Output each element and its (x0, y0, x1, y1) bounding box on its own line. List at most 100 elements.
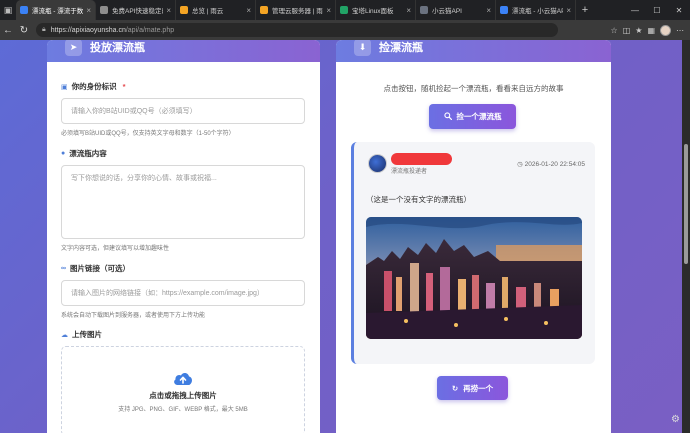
tab-favicon (420, 6, 428, 14)
tab-title: 总览 | 雨云 (192, 8, 224, 15)
card-header: ⬇ 捡漂流瓶 (336, 40, 611, 62)
again-label: 再捞一个 (463, 383, 494, 393)
url-host: https://apixiaoyunsha.cn (50, 26, 126, 34)
sidebar-settings-icon[interactable]: ⚙ (671, 414, 680, 425)
upload-title: 点击或拖拽上传图片 (149, 391, 217, 400)
id-card-icon: ▣ (61, 83, 68, 91)
back-icon[interactable]: ← (0, 25, 16, 36)
upload-label: ☁ 上传图片 (61, 329, 305, 340)
download-icon: ⬇ (354, 40, 371, 56)
bottle-time-text: 2026-01-20 22:54:05 (524, 161, 585, 168)
identity-hint: 必须填写B站UID或QQ号，仅支持英文字母和数字（1-50个字符） (61, 131, 235, 137)
sender-avatar (368, 154, 387, 173)
address-bar[interactable]: 🔒︎ https://apixiaoyunsha.cn/api/a/mate.p… (36, 23, 558, 37)
browser-tab-3[interactable]: 管理云服务器 | 雨云 × (256, 0, 336, 20)
tab-title: 管理云服务器 | 雨云 (272, 8, 323, 15)
bottle-timestamp: ◷ 2026-01-20 22:54:05 (517, 160, 585, 168)
browser-toolbar: ← ↻ 🔒︎ https://apixiaoyunsha.cn/api/a/ma… (0, 20, 690, 40)
image-link-label-text: 图片链接（可选） (70, 264, 130, 273)
browser-tab-0[interactable]: 漂流瓶 - 漂流于数字 × (16, 0, 96, 20)
identity-placeholder: 请输入你的B站UID或QQ号（必须填写） (71, 108, 197, 115)
image-link-label: ∞ 图片链接（可选） (61, 263, 305, 274)
page-scrollbar[interactable] (682, 40, 690, 433)
upload-label-text: 上传图片 (72, 330, 102, 339)
lock-icon: 🔒︎ (42, 26, 46, 33)
upload-field: ☁ 上传图片 点击或拖拽上传图片 支持 JPG、PNG、GIF、WEBP 格式，… (61, 329, 305, 433)
close-tab-icon[interactable]: × (326, 6, 331, 15)
content-label-text: 漂流瓶内容 (69, 149, 107, 158)
tab-strip: ▣ 漂流瓶 - 漂流于数字 × 免费API快速稳定的 × 总览 | 雨云 × 管… (0, 0, 690, 20)
close-tab-icon[interactable]: × (86, 6, 91, 15)
maximize-icon[interactable]: ☐ (646, 0, 668, 20)
bottle-card: 漂流瓶投递者 ◷ 2026-01-20 22:54:05 （这是一个没有文字的漂… (351, 142, 595, 364)
collections-icon[interactable]: ▦ (647, 26, 655, 35)
more-menu-icon[interactable]: ⋯ (676, 26, 684, 35)
image-link-field: ∞ 图片链接（可选） 请输入图片的网络链接（如：https://example.… (61, 263, 305, 319)
again-button[interactable]: ↻ 再捞一个 (437, 376, 508, 400)
scrollbar-thumb[interactable] (684, 144, 688, 264)
browser-tab-5[interactable]: 小云猫API × (416, 0, 496, 20)
pick-bottle-card: ⬇ 捡漂流瓶 点击按钮，随机捡起一个漂流瓶，看看来自远方的故事 捡一个漂流瓶 漂… (336, 40, 611, 433)
toolbar-actions: ☆ ◫ ★ ▦ ⋯ (611, 24, 690, 36)
window-menu-icon[interactable]: ▣ (0, 0, 16, 20)
browser-tab-4[interactable]: 宝塔Linux面板 × (336, 0, 416, 20)
sender-role: 漂流瓶投递者 (391, 169, 428, 175)
close-tab-icon[interactable]: × (486, 6, 491, 15)
image-link-placeholder: 请输入图片的网络链接（如：https://example.com/image.j… (71, 290, 264, 297)
throw-bottle-card: ➤ 投放漂流瓶 ▣ 你的身份标识 * 请输入你的B站UID或QQ号（必须填写） … (47, 40, 320, 433)
minimize-icon[interactable]: — (624, 0, 646, 20)
card-header: ➤ 投放漂流瓶 (47, 40, 320, 62)
browser-tab-2[interactable]: 总览 | 雨云 × (176, 0, 256, 20)
cloud-icon: ☁ (61, 331, 68, 339)
card-title: 捡漂流瓶 (379, 42, 423, 54)
close-tab-icon[interactable]: × (246, 6, 251, 15)
image-link-hint: 系统会自动下载图片到服务器，或者使用下方上传功能 (61, 313, 206, 319)
url-path: /api/a/mate.php (125, 26, 175, 34)
upload-dropzone[interactable]: 点击或拖拽上传图片 支持 JPG、PNG、GIF、WEBP 格式，最大 5MB (61, 346, 305, 433)
close-tab-icon[interactable]: × (566, 6, 571, 15)
tab-favicon (260, 6, 268, 14)
close-window-icon[interactable]: ✕ (668, 0, 690, 20)
profile-avatar[interactable] (660, 24, 671, 36)
split-screen-icon[interactable]: ◫ (623, 26, 631, 35)
bottle-content: （这是一个没有文字的漂流瓶） (366, 195, 471, 204)
link-icon: ∞ (61, 265, 66, 272)
tab-favicon (20, 6, 28, 14)
tab-favicon (340, 6, 348, 14)
identity-input[interactable]: 请输入你的B站UID或QQ号（必须填写） (61, 98, 305, 124)
refresh-icon: ↻ (451, 383, 459, 393)
identity-label: ▣ 你的身份标识 * (61, 81, 305, 92)
bottle-image[interactable] (366, 217, 582, 339)
page-viewport: ➤ 投放漂流瓶 ▣ 你的身份标识 * 请输入你的B站UID或QQ号（必须填写） … (0, 40, 690, 433)
reload-icon[interactable]: ↻ (16, 25, 32, 36)
content-placeholder: 写下你想说的话，分享你的心情、故事或祝福... (71, 175, 217, 182)
close-tab-icon[interactable]: × (406, 6, 411, 15)
required-mark: * (122, 82, 126, 91)
identity-field: ▣ 你的身份标识 * 请输入你的B站UID或QQ号（必须填写） 必须填写B站UI… (61, 81, 305, 137)
tab-favicon (180, 6, 188, 14)
window-controls: — ☐ ✕ (624, 0, 690, 20)
pick-bottle-label: 捡一个漂流瓶 (456, 112, 502, 121)
browser-tab-6[interactable]: 漂流瓶 - 小云猫API × (496, 0, 576, 20)
tab-title: 漂流瓶 - 漂流于数字 (32, 8, 84, 15)
search-icon (443, 111, 452, 122)
content-label: ● 漂流瓶内容 (61, 148, 305, 159)
favorites-icon[interactable]: ★ (635, 26, 642, 35)
send-icon: ➤ (65, 40, 82, 56)
tab-favicon (100, 6, 108, 14)
browser-tab-1[interactable]: 免费API快速稳定的 × (96, 0, 176, 20)
new-tab-button[interactable]: + (576, 0, 594, 20)
pick-bottle-button[interactable]: 捡一个漂流瓶 (429, 104, 516, 129)
identity-label-text: 你的身份标识 (71, 82, 117, 91)
comment-icon: ● (61, 150, 66, 157)
clock-icon: ◷ (517, 161, 523, 168)
content-hint: 文字内容可选，但建议填写以增加趣味性 (61, 246, 170, 252)
favorite-star-icon[interactable]: ☆ (611, 26, 618, 35)
close-tab-icon[interactable]: × (166, 6, 171, 15)
sender-name-redacted (391, 153, 452, 165)
cloud-upload-icon (172, 369, 194, 387)
image-link-input[interactable]: 请输入图片的网络链接（如：https://example.com/image.j… (61, 280, 305, 306)
tab-title: 宝塔Linux面板 (352, 8, 394, 15)
tab-title: 小云猫API (432, 8, 462, 15)
content-textarea[interactable]: 写下你想说的话，分享你的心情、故事或祝福... (61, 165, 305, 239)
